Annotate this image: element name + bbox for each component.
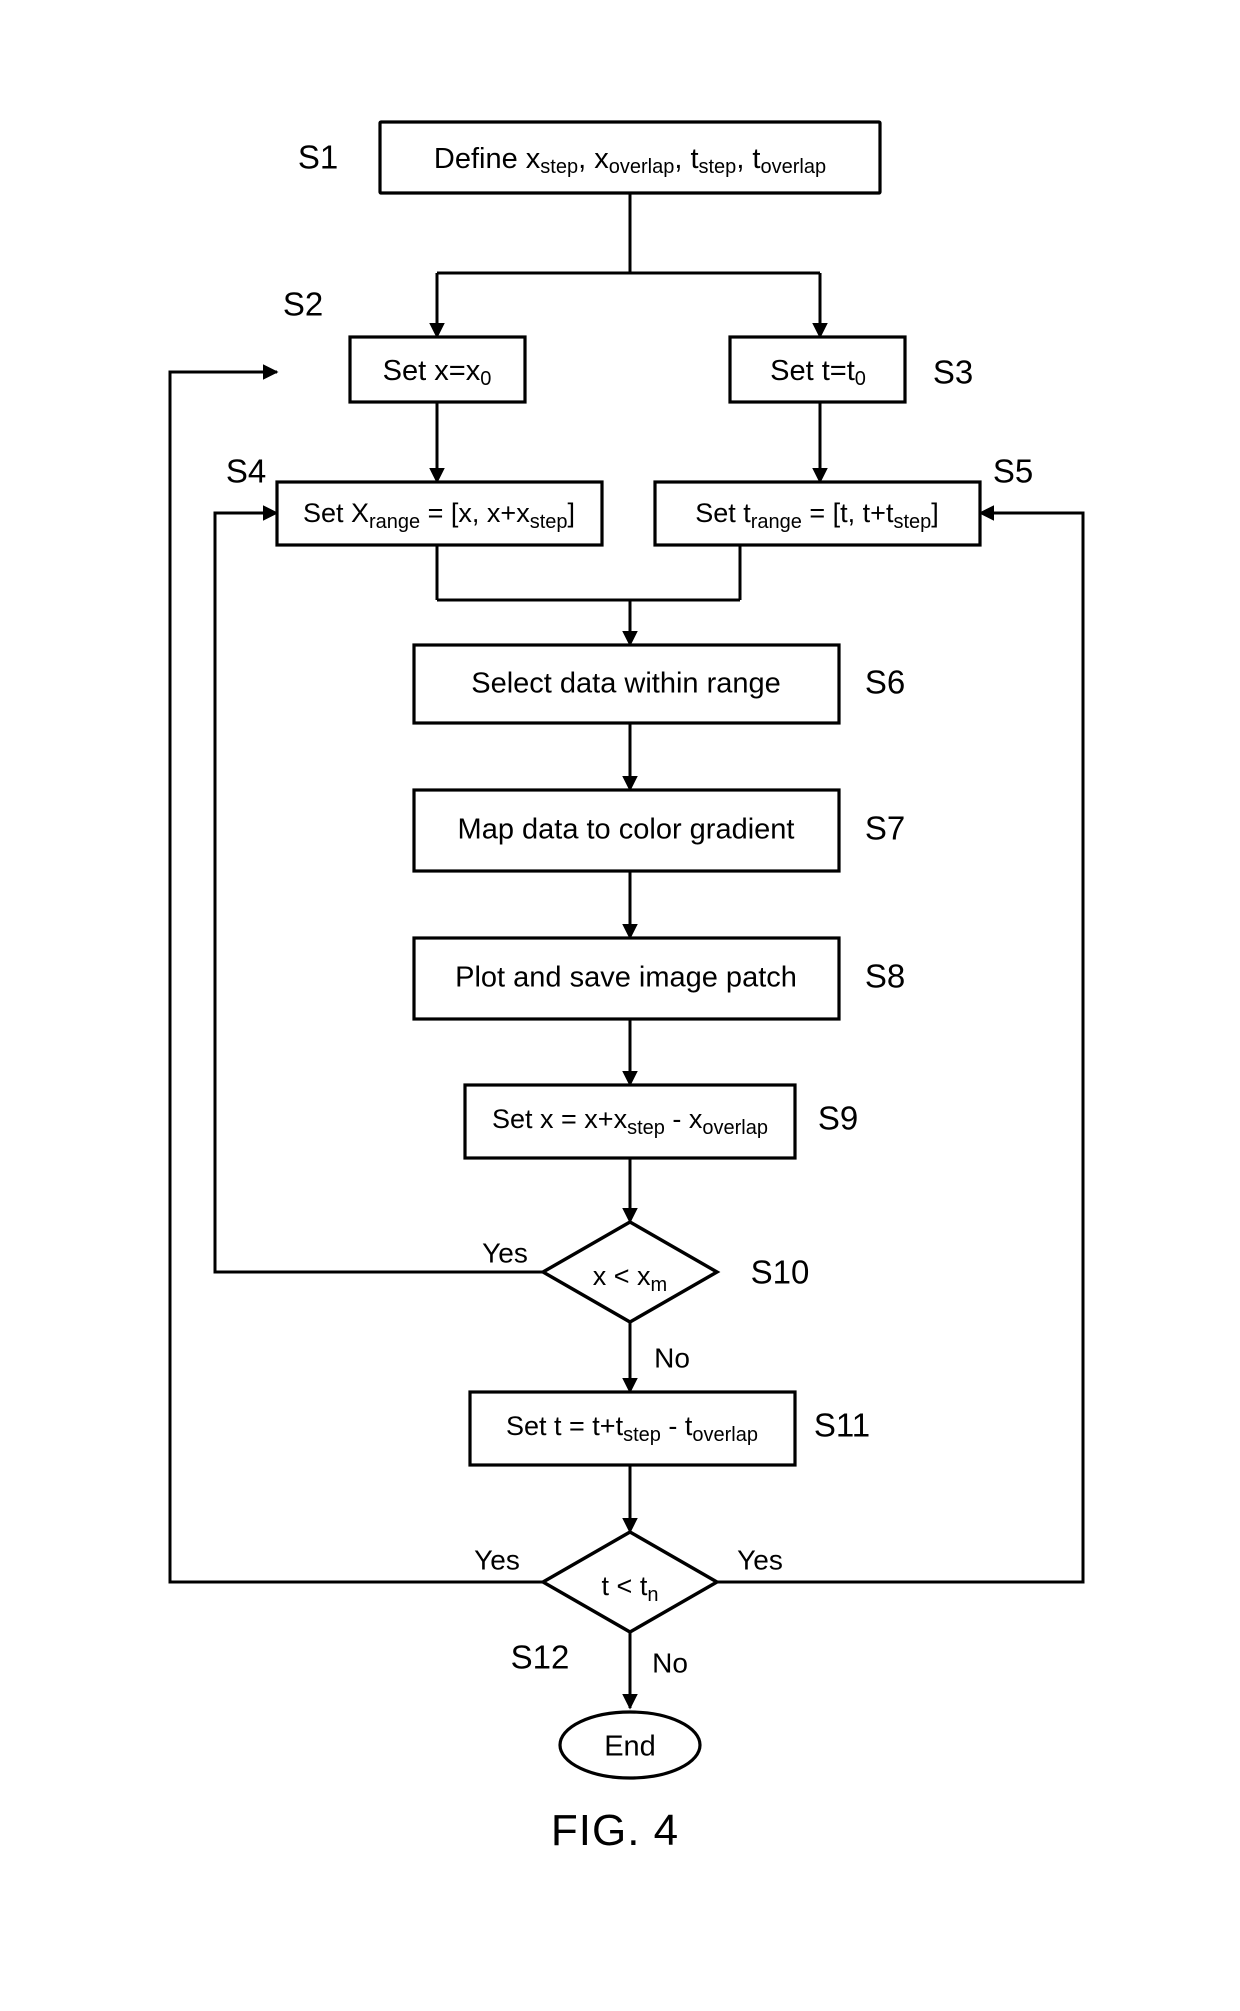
node-s6[interactable]: Select data within range S6 bbox=[412, 643, 905, 725]
node-s8[interactable]: Plot and save image patch S8 bbox=[412, 936, 905, 1021]
node-end[interactable]: End bbox=[558, 1710, 702, 1780]
figure-caption: FIG. 4 bbox=[551, 1806, 679, 1855]
step-label-s8: S8 bbox=[865, 958, 905, 995]
edge-label-s12-yes-right: Yes bbox=[737, 1544, 783, 1575]
step-label-s5: S5 bbox=[993, 453, 1033, 490]
node-s10[interactable]: x < xm S10 Yes No bbox=[482, 1220, 810, 1373]
step-label-s1: S1 bbox=[298, 139, 338, 176]
edge-label-s12-no: No bbox=[652, 1647, 688, 1678]
node-s9[interactable]: Set x = x+xstep - xoverlap S9 bbox=[463, 1083, 858, 1160]
node-s4[interactable]: Set Xrange = [x, x+xstep] S4 bbox=[226, 453, 604, 547]
node-end-label: End bbox=[604, 1731, 656, 1763]
step-label-s11: S11 bbox=[814, 1407, 870, 1444]
edge-label-s10-no: No bbox=[654, 1342, 690, 1373]
node-s1[interactable]: Define xstep, xoverlap, tstep, toverlap … bbox=[298, 120, 882, 195]
node-s8-label: Plot and save image patch bbox=[455, 962, 797, 994]
figure-4-flowchart: Define xstep, xoverlap, tstep, toverlap … bbox=[0, 0, 1240, 2011]
node-s7-label: Map data to color gradient bbox=[458, 814, 795, 846]
node-s5[interactable]: Set trange = [t, t+tstep] S5 bbox=[653, 453, 1033, 547]
node-s11[interactable]: Set t = t+tstep - toverlap S11 bbox=[468, 1390, 870, 1467]
step-label-s4: S4 bbox=[226, 453, 266, 490]
step-label-s12: S12 bbox=[511, 1639, 570, 1676]
node-s3[interactable]: Set t=t0 S3 bbox=[728, 335, 973, 404]
node-s3-label: Set t=t0 bbox=[770, 355, 866, 391]
step-label-s6: S6 bbox=[865, 664, 905, 701]
step-label-s2: S2 bbox=[283, 286, 323, 323]
step-label-s7: S7 bbox=[865, 810, 905, 847]
node-s2-label: Set x=x0 bbox=[383, 355, 492, 391]
step-label-s10: S10 bbox=[751, 1254, 810, 1291]
node-s6-label: Select data within range bbox=[471, 668, 781, 700]
edge-label-s10-yes: Yes bbox=[482, 1237, 528, 1268]
flowchart-canvas: Define xstep, xoverlap, tstep, toverlap … bbox=[168, 120, 1085, 1855]
step-label-s3: S3 bbox=[933, 354, 973, 391]
node-s2[interactable]: Set x=x0 S2 bbox=[283, 286, 527, 404]
step-label-s9: S9 bbox=[818, 1100, 858, 1137]
node-s7[interactable]: Map data to color gradient S7 bbox=[412, 788, 905, 873]
edge-label-s12-yes-left: Yes bbox=[474, 1544, 520, 1575]
